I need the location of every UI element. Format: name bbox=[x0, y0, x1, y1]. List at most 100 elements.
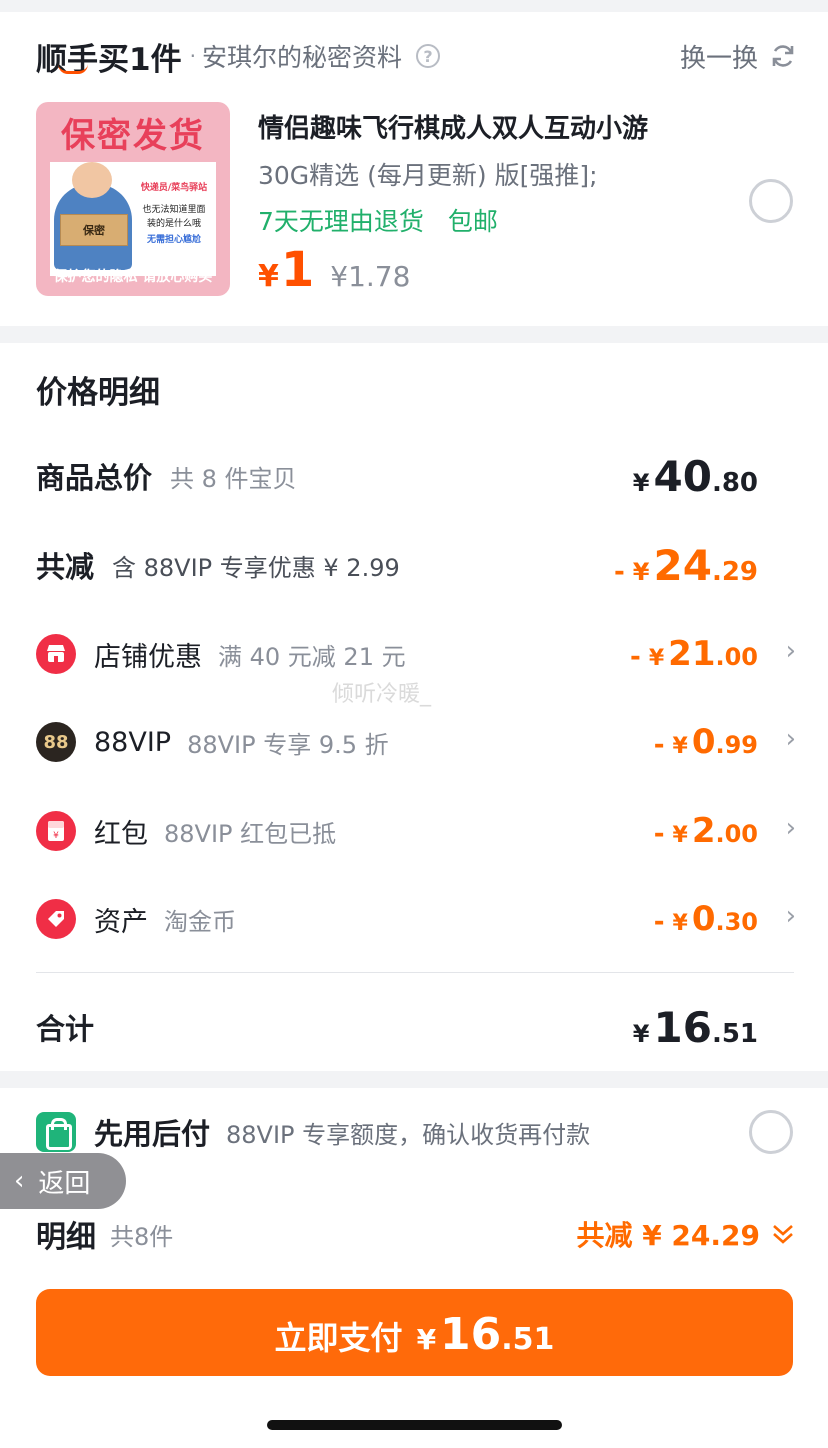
tag-return: 7天无理由退货 bbox=[258, 207, 424, 236]
buy-one-more-logo: 顺手买1件 bbox=[36, 41, 182, 78]
discount-amount: - ¥ 24 .29 bbox=[614, 541, 758, 590]
red-packet-amount: - ¥ 2 .00 bbox=[654, 811, 758, 851]
svg-text:¥: ¥ bbox=[53, 831, 59, 841]
red-packet-row[interactable]: ¥ 红包 88VIP 红包已抵 - ¥ 2 .00 › bbox=[36, 801, 796, 861]
vip-discount-minus: - bbox=[653, 730, 665, 760]
discount-currency: ¥ bbox=[632, 557, 650, 586]
store-discount-label: 店铺优惠 bbox=[94, 641, 202, 673]
product-title[interactable]: 情侣趣味飞行棋成人双人互动小游 bbox=[258, 108, 648, 145]
shop-icon bbox=[36, 634, 76, 674]
red-packet-label: 红包 bbox=[94, 818, 148, 850]
chevron-right-icon: › bbox=[785, 813, 796, 843]
vip-discount-amount: - ¥ 0 .99 bbox=[654, 722, 758, 762]
image-note-3: 装的是什么哦 bbox=[146, 219, 201, 229]
pay-later-radio[interactable] bbox=[749, 1110, 793, 1154]
total-dec: .80 bbox=[711, 467, 758, 498]
total-price-row: 商品总价 共 8 件宝贝 ¥ 40 .80 bbox=[36, 446, 796, 506]
chevron-right-icon: › bbox=[785, 901, 796, 931]
discount-label: 共减 bbox=[36, 550, 95, 584]
swap-button[interactable]: 换一换 bbox=[680, 36, 796, 76]
store-discount-int: 21 bbox=[668, 634, 716, 674]
total-currency: ¥ bbox=[632, 468, 650, 497]
pay-now-button[interactable]: 立即支付 ¥ 16 .51 bbox=[36, 1289, 793, 1376]
total-int: 40 bbox=[653, 451, 712, 501]
price-currency: ¥ bbox=[258, 259, 279, 294]
pay-later-label: 先用后付 bbox=[94, 1117, 211, 1151]
vip-discount-currency: ¥ bbox=[672, 734, 688, 759]
detail-label: 明细 bbox=[36, 1220, 96, 1255]
product-price: ¥ 1 ¥1.78 bbox=[258, 242, 410, 298]
detail-discount[interactable]: 共减 ¥ 24.29 bbox=[576, 1214, 796, 1254]
refresh-icon bbox=[772, 45, 794, 67]
image-note-1: 快递员/菜鸟驿站 bbox=[140, 183, 208, 193]
add-item-radio[interactable] bbox=[749, 179, 793, 223]
chevron-right-icon: › bbox=[785, 636, 796, 666]
back-button[interactable]: ‹ 返回 bbox=[0, 1153, 126, 1209]
store-discount-currency: ¥ bbox=[648, 646, 665, 671]
pay-now-int: 16 bbox=[440, 1309, 502, 1360]
pay-now-label: 立即支付 bbox=[274, 1319, 403, 1357]
red-packet-int: 2 bbox=[691, 811, 716, 851]
shopping-bag-check-icon bbox=[36, 1112, 76, 1152]
help-icon[interactable]: ? bbox=[415, 44, 440, 68]
store-discount-note: 满 40 元减 21 元 bbox=[218, 642, 406, 671]
vip-discount-int: 0 bbox=[691, 722, 716, 762]
package-label: 保密 bbox=[83, 224, 105, 237]
double-chevron-down-icon bbox=[773, 1225, 793, 1244]
price-detail-title: 价格明细 bbox=[36, 375, 160, 411]
coin-tag-icon bbox=[36, 899, 76, 939]
red-packet-dec: .00 bbox=[715, 820, 758, 848]
store-discount-dec: .00 bbox=[715, 643, 758, 671]
image-panel: 保密 快递员/菜鸟驿站 也无法知道里面 装的是什么哦 无需担心尴尬 bbox=[50, 162, 216, 276]
asset-int: 0 bbox=[691, 899, 716, 939]
total-label: 商品总价 bbox=[36, 461, 153, 495]
detail-discount-text: 共减 ¥ 24.29 bbox=[576, 1219, 760, 1252]
chevron-left-icon: ‹ bbox=[14, 1166, 25, 1196]
vip-discount-row[interactable]: 88 88VIP 88VIP 专享 9.5 折 - ¥ 0 .99 › bbox=[36, 712, 796, 772]
asset-note: 淘金币 bbox=[164, 907, 236, 936]
detail-summary-row[interactable]: 明细 共8件 共减 ¥ 24.29 bbox=[36, 1210, 796, 1258]
red-packet-currency: ¥ bbox=[672, 823, 688, 848]
store-discount-amount: - ¥ 21 .00 bbox=[630, 634, 758, 674]
sum-dec: .51 bbox=[711, 1018, 758, 1049]
buy-one-more-card: 顺手买1件 · 安琪尔的秘密资料 ? 换一换 保密发货 保密 快递员/菜鸟驿站 … bbox=[0, 12, 828, 326]
store-discount-row[interactable]: 店铺优惠 满 40 元减 21 元 - ¥ 21 .00 › bbox=[36, 624, 796, 684]
store-subtitle: 安琪尔的秘密资料 bbox=[201, 43, 402, 72]
swap-label: 换一换 bbox=[679, 43, 758, 74]
checkout-panel: 先用后付 88VIP 专享额度，确认收货再付款 bbox=[0, 1088, 828, 1448]
image-title: 保密发货 bbox=[61, 116, 205, 156]
pay-later-note: 88VIP 专享额度，确认收货再付款 bbox=[226, 1120, 591, 1149]
asset-dec: .30 bbox=[715, 908, 758, 936]
image-bottom-text: 保护您的隐私 请放心购买 bbox=[53, 269, 213, 285]
sum-row: 合计 ¥ 16 .51 bbox=[36, 997, 796, 1057]
red-packet-minus: - bbox=[653, 819, 665, 849]
pay-now-dec: .51 bbox=[501, 1322, 555, 1357]
product-tags: 7天无理由退货 包邮 bbox=[258, 202, 498, 238]
product-spec: 30G精选 (每月更新) 版[强推]; bbox=[258, 161, 598, 190]
discount-minus: - bbox=[613, 556, 625, 587]
product-image[interactable]: 保密发货 保密 快递员/菜鸟驿站 也无法知道里面 装的是什么哦 无需担心尴尬 保… bbox=[36, 102, 230, 296]
asset-minus: - bbox=[653, 907, 665, 937]
tag-free-shipping: 包邮 bbox=[447, 207, 498, 236]
vip-discount-dec: .99 bbox=[715, 731, 758, 759]
pay-later-row[interactable]: 先用后付 88VIP 专享额度，确认收货再付款 bbox=[36, 1102, 796, 1162]
asset-label: 资产 bbox=[94, 906, 148, 938]
image-note-2: 也无法知道里面 bbox=[142, 205, 206, 215]
vip-88-icon: 88 bbox=[36, 722, 76, 762]
discount-dec: .29 bbox=[711, 556, 758, 587]
vip-discount-note: 88VIP 专享 9.5 折 bbox=[187, 730, 389, 759]
sum-amount: ¥ 16 .51 bbox=[633, 1003, 758, 1052]
sum-currency: ¥ bbox=[632, 1019, 650, 1048]
discount-row: 共减 含 88VIP 专享优惠 ¥ 2.99 - ¥ 24 .29 bbox=[36, 535, 796, 595]
divider bbox=[36, 972, 794, 973]
image-note-4: 无需担心尴尬 bbox=[146, 235, 201, 245]
home-indicator[interactable] bbox=[267, 1420, 562, 1430]
asset-row[interactable]: 资产 淘金币 - ¥ 0 .30 › bbox=[36, 889, 796, 949]
package-illustration: 保密 bbox=[60, 214, 128, 246]
separator-dot: · bbox=[189, 44, 196, 68]
chevron-right-icon: › bbox=[785, 724, 796, 754]
store-discount-minus: - bbox=[630, 642, 641, 672]
total-amount: ¥ 40 .80 bbox=[633, 452, 758, 501]
sum-int: 16 bbox=[653, 1002, 712, 1052]
pay-now-currency: ¥ bbox=[416, 1323, 437, 1356]
